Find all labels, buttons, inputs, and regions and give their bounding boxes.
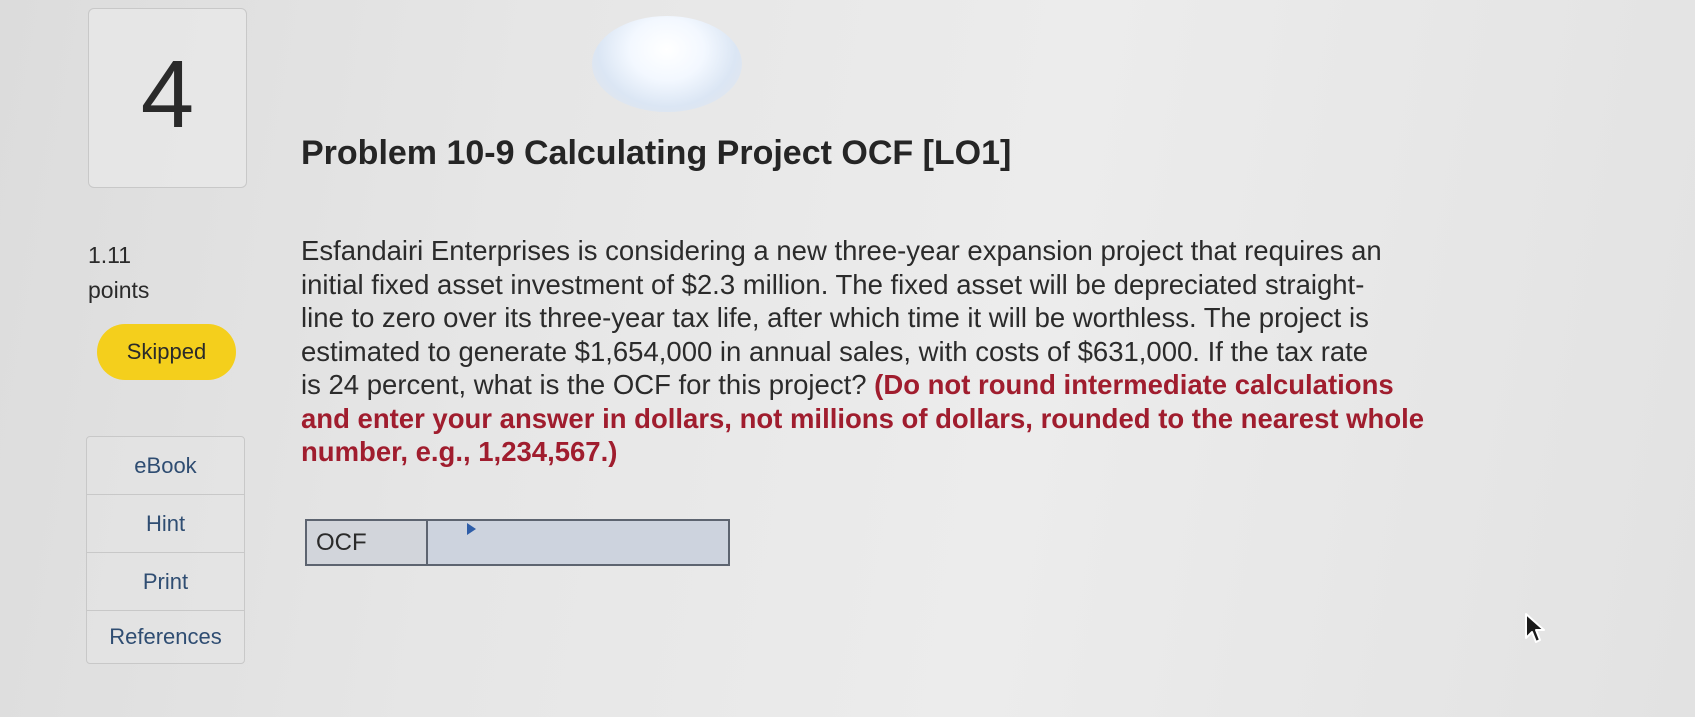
problem-text-line: is 24 percent, what is the OCF for this … [301,369,867,400]
input-marker-icon [467,523,476,535]
problem-text-line: estimated to generate $1,654,000 in annu… [301,335,1369,367]
question-number: 4 [140,41,195,148]
problem-text-line: initial fixed asset investment of $2.3 m… [301,268,1365,300]
problem-text-line: line to zero over its three-year tax lif… [301,302,1369,333]
status-badge: Skipped [97,324,236,380]
problem-text-line-with-instruction: is 24 percent, what is the OCF for this … [301,368,1501,402]
references-link[interactable]: References [87,611,244,663]
problem-text-line: Esfandairi Enterprises is considering a … [301,235,1382,266]
instruction-text: and enter your answer in dollars, not mi… [301,402,1425,434]
question-number-box: 4 [88,8,247,188]
print-link[interactable]: Print [87,553,244,611]
instruction-text: (Do not round intermediate calculations [874,369,1394,400]
problem-title: Problem 10-9 Calculating Project OCF [LO… [301,134,1012,172]
points-value: 1.11 [88,242,132,268]
resource-links-panel: eBook Hint Print References [86,436,245,664]
answer-label: OCF [307,521,428,564]
hint-link[interactable]: Hint [87,495,244,553]
problem-statement: Esfandairi Enterprises is considering a … [301,234,1501,469]
ebook-link[interactable]: eBook [87,437,244,495]
points-label: points [88,277,150,303]
answer-row: OCF [305,519,730,566]
screen-glare [592,16,742,112]
instruction-text: number, e.g., 1,234,567.) [301,436,618,467]
mouse-cursor-icon [1524,612,1550,651]
